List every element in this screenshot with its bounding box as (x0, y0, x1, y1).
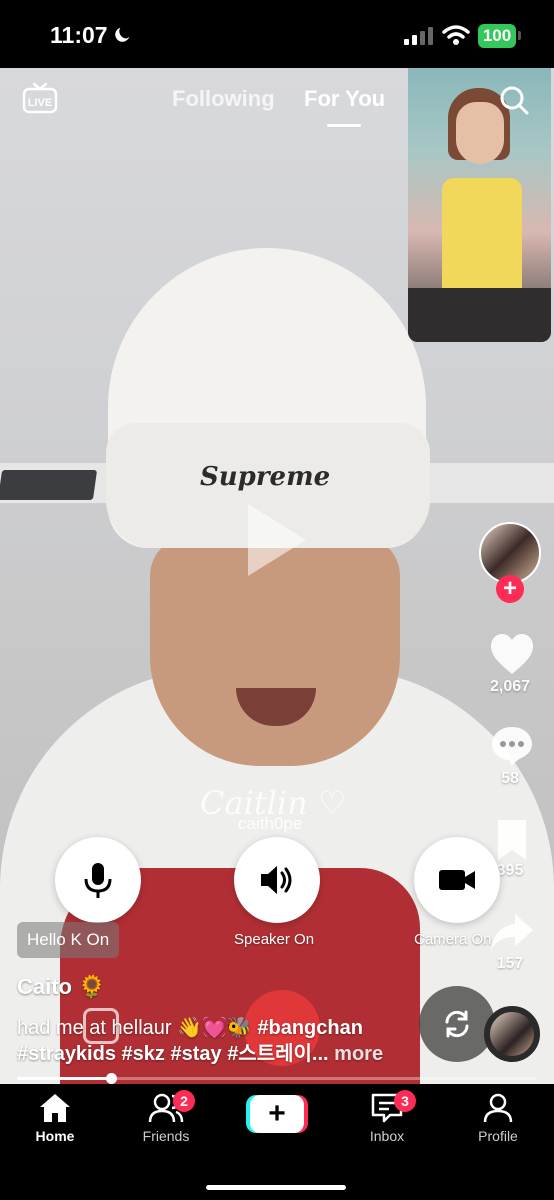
status-time: 11:07 (50, 22, 108, 48)
status-bar: 11:07 100 (0, 0, 554, 68)
home-icon (40, 1094, 70, 1122)
nav-friends-label: Friends (142, 1128, 190, 1144)
nav-home-label: Home (35, 1128, 75, 1144)
tab-following[interactable]: Following (172, 86, 275, 112)
pip-subject-face (456, 102, 504, 164)
background-keyboard (0, 470, 98, 500)
beanie-logo-text: Supreme (200, 462, 331, 492)
battery-indicator: 100 (478, 24, 516, 48)
caption-text: had me at hellaur 👋💓🐝 (17, 1017, 258, 1039)
post-caption[interactable]: had me at hellaur 👋💓🐝 #bangchan #strayki… (17, 1015, 412, 1067)
live-tv-icon[interactable]: LIVE (22, 82, 58, 114)
video-camera-icon (439, 870, 475, 890)
speaker-icon (261, 866, 292, 894)
like-count: 2,067 (489, 678, 531, 695)
microphone-icon (84, 863, 112, 898)
nav-inbox-label: Inbox (369, 1128, 405, 1144)
author-name[interactable]: Caito 🌻 (17, 974, 106, 1000)
active-tab-indicator (327, 124, 361, 127)
moon-icon (115, 27, 130, 42)
hashtag[interactable]: #스트레이... (227, 1043, 328, 1065)
live-label: LIVE (28, 97, 52, 109)
comment-icon[interactable] (489, 724, 535, 768)
video-progress-knob[interactable] (105, 1073, 117, 1084)
camera-button[interactable] (414, 837, 500, 923)
camera-label: Camera On (414, 931, 492, 948)
nav-profile-label: Profile (478, 1128, 518, 1144)
play-icon[interactable] (248, 504, 306, 576)
bottom-nav: Home 2 Friends + 3 Inbox Profile (0, 1084, 554, 1200)
hashtag[interactable]: #bangchan (257, 1017, 363, 1039)
video-watermark-user: caith0pe (238, 814, 303, 833)
profile-icon (483, 1093, 513, 1123)
home-indicator (206, 1185, 346, 1190)
nav-profile[interactable]: Profile (453, 1092, 543, 1144)
signal-icon (404, 27, 433, 45)
sound-disc[interactable] (484, 1006, 540, 1062)
hashtag[interactable]: #stay (170, 1043, 221, 1065)
pip-subject-top (442, 178, 522, 296)
speaker-button[interactable] (234, 837, 320, 923)
video-progress-fill (17, 1077, 111, 1080)
bookmark-icon[interactable] (489, 818, 535, 862)
hashtag[interactable]: #skz (122, 1043, 165, 1065)
nav-friends[interactable]: 2 Friends (121, 1090, 211, 1144)
plus-icon: + (250, 1095, 304, 1133)
nav-inbox[interactable]: 3 Inbox (342, 1090, 432, 1144)
inbox-badge: 3 (394, 1090, 416, 1112)
microphone-button[interactable] (55, 837, 141, 923)
hello-chip: Hello K On (17, 922, 120, 958)
speaker-label: Speaker On (234, 931, 315, 948)
flip-camera-icon (445, 1010, 469, 1038)
friends-badge: 2 (173, 1090, 195, 1112)
follow-button[interactable]: + (496, 575, 524, 603)
share-count: 157 (496, 955, 524, 972)
caption-more-link[interactable]: more (334, 1043, 383, 1065)
battery-tip (518, 31, 521, 40)
comment-count: 58 (501, 770, 519, 787)
video-progress-bar[interactable] (17, 1073, 537, 1084)
hashtag[interactable]: #straykids (17, 1043, 116, 1065)
heart-icon[interactable] (489, 632, 535, 676)
create-button[interactable]: + (246, 1095, 308, 1133)
flip-camera-button[interactable] (419, 986, 495, 1062)
wifi-icon (442, 25, 470, 45)
nav-home[interactable]: Home (10, 1092, 100, 1144)
tab-for-you[interactable]: For You (304, 86, 385, 112)
share-icon[interactable] (489, 910, 535, 954)
search-icon[interactable] (498, 84, 530, 116)
pip-subject-lower (408, 288, 551, 342)
